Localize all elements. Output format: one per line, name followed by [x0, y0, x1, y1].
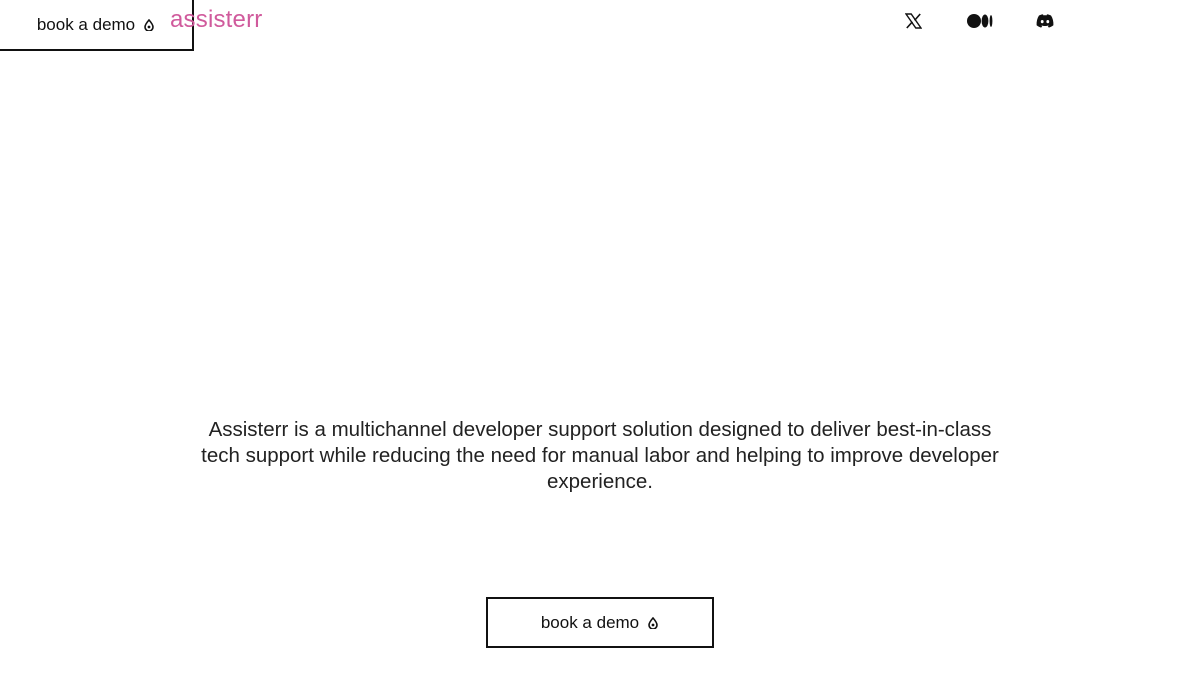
hero-book-demo-label: book a demo	[540, 612, 640, 632]
hero-title: assisterr	[394, 271, 806, 379]
medium-icon[interactable]	[966, 10, 994, 32]
x-icon[interactable]	[902, 10, 924, 32]
hero-description: Assisterr is a multichannel developer su…	[201, 417, 999, 493]
hero-book-demo-button[interactable]: book a demo	[486, 597, 714, 648]
drop-icon	[647, 616, 659, 629]
social-links	[0, 10, 1200, 32]
discord-icon[interactable]	[1034, 10, 1056, 32]
